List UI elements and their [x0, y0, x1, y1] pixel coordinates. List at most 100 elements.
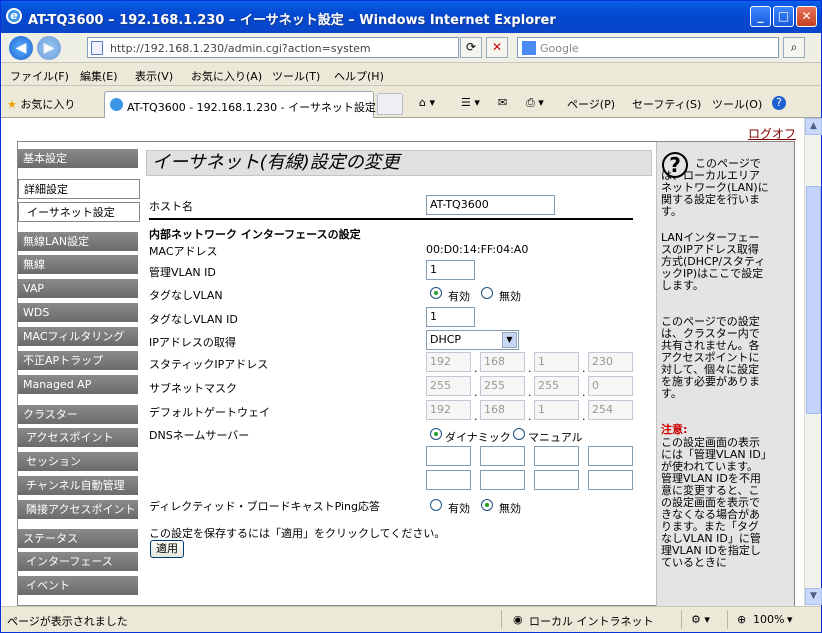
mgmt-vlan-input[interactable]: 1: [426, 260, 475, 280]
menu-help[interactable]: ヘルプ(H): [334, 68, 384, 84]
nav-wireless[interactable]: 無線: [18, 255, 138, 275]
page-icon: [91, 41, 103, 55]
favorites-bar: ★ お気に入り AT-TQ3600 - 192.168.1.230 - イーサネ…: [1, 87, 821, 118]
menu-view[interactable]: 表示(V): [135, 68, 173, 84]
gateway-octet-1[interactable]: 192: [426, 400, 471, 420]
mail-icon[interactable]: ✉: [498, 96, 507, 109]
address-toolbar: ◀ ▶ http://192.168.1.230/admin.cgi?actio…: [1, 33, 821, 63]
browser-window: e AT-TQ3600 – 192.168.1.230 – イーサネット設定 –…: [0, 0, 822, 633]
search-input[interactable]: Google: [517, 37, 779, 58]
static-ip-octet-1[interactable]: 192: [426, 352, 471, 372]
new-tab-button[interactable]: [377, 93, 403, 115]
tools-menu[interactable]: ツール(O): [712, 96, 762, 112]
print-icon[interactable]: ⎙ ▾: [526, 96, 544, 110]
close-button[interactable]: ✕: [796, 6, 817, 27]
gateway-octet-2[interactable]: 168: [480, 400, 525, 420]
nav-status[interactable]: ステータス: [18, 529, 138, 549]
nav-basic[interactable]: 基本設定: [18, 149, 138, 169]
search-icon[interactable]: ⌕: [783, 37, 805, 58]
safety-menu[interactable]: セーフティ(S): [632, 96, 701, 112]
static-ip-octet-2[interactable]: 168: [480, 352, 525, 372]
tab-active[interactable]: AT-TQ3600 - 192.168.1.230 - イーサネット設定: [104, 91, 376, 118]
ie-page-icon: [110, 98, 123, 111]
help-panel: ? このページでは、ローカルエリアネットワーク(LAN)に関する設定を行います。…: [656, 142, 794, 606]
subnet-mask-octet-3[interactable]: 255: [534, 376, 579, 396]
nav-ethernet[interactable]: イーサネット設定: [18, 202, 140, 222]
nav-event[interactable]: イベント: [18, 576, 138, 596]
nav-neighbor[interactable]: 隣接アクセスポイント: [18, 500, 138, 520]
broadcast-disable-radio[interactable]: [481, 499, 493, 511]
help-icon[interactable]: ?: [772, 96, 786, 110]
subnet-mask-octet-1[interactable]: 255: [426, 376, 471, 396]
menu-tools[interactable]: ツール(T): [272, 68, 320, 84]
address-bar[interactable]: http://192.168.1.230/admin.cgi?action=sy…: [87, 37, 459, 58]
untagged-enable-radio[interactable]: [430, 287, 442, 299]
broadcast-enable-radio[interactable]: [430, 499, 442, 511]
dns1-octet-4[interactable]: [588, 446, 633, 466]
dns-dynamic-radio[interactable]: [430, 428, 442, 440]
untagged-vlan-id-label: タグなしVLAN ID: [149, 313, 238, 326]
menu-file[interactable]: ファイル(F): [10, 68, 69, 84]
zoom-icon[interactable]: ⊕: [737, 613, 746, 626]
dns1-octet-3[interactable]: [534, 446, 579, 466]
nav-wds[interactable]: WDS: [18, 303, 138, 323]
protected-mode-icon[interactable]: ⚙ ▾: [691, 613, 710, 626]
nav-cluster-ap[interactable]: アクセスポイント: [18, 428, 138, 448]
apply-button[interactable]: 適用: [150, 540, 184, 558]
nav-cluster[interactable]: クラスター: [18, 405, 138, 425]
nav-channel[interactable]: チャンネル自動管理: [18, 476, 138, 496]
star-icon: ★: [7, 98, 17, 111]
nav-vap[interactable]: VAP: [18, 279, 138, 299]
subnet-mask-octet-4[interactable]: 0: [588, 376, 633, 396]
gateway-octet-3[interactable]: 1: [534, 400, 579, 420]
nav-rogue-ap[interactable]: 不正APトラップ: [18, 351, 138, 371]
logout-link[interactable]: ログオフ: [748, 125, 796, 142]
nav-interface[interactable]: インターフェース: [18, 552, 138, 572]
zoom-chevron-icon[interactable]: ▾: [787, 613, 793, 626]
untagged-vlan-label: タグなしVLAN: [149, 289, 223, 302]
dns1-octet-2[interactable]: [480, 446, 525, 466]
dns2-octet-3[interactable]: [534, 470, 579, 490]
menu-edit[interactable]: 編集(E): [80, 68, 118, 84]
nav-session[interactable]: セッション: [18, 452, 138, 472]
nav-managed-ap[interactable]: Managed AP: [18, 375, 138, 395]
menu-favorites[interactable]: お気に入り(A): [191, 68, 262, 84]
stop-icon[interactable]: ✕: [486, 37, 508, 58]
favorites-button[interactable]: ★ お気に入り: [7, 96, 75, 112]
dns-label: DNSネームサーバー: [149, 429, 250, 442]
untagged-vlan-id-input[interactable]: 1: [426, 307, 475, 327]
ip-mode-select[interactable]: DHCP ▼: [426, 330, 519, 350]
mgmt-vlan-label: 管理VLAN ID: [149, 266, 216, 279]
nav-mac-filter[interactable]: MACフィルタリング: [18, 327, 138, 347]
subnet-mask-octet-2[interactable]: 255: [480, 376, 525, 396]
hostname-input[interactable]: AT-TQ3600: [426, 195, 555, 215]
dns-manual-radio[interactable]: [513, 428, 525, 440]
forward-icon[interactable]: ▶: [37, 36, 61, 60]
dns2-octet-4[interactable]: [588, 470, 633, 490]
scroll-down-icon[interactable]: ▼: [805, 588, 822, 605]
maximize-button[interactable]: □: [773, 6, 794, 27]
nav-advanced[interactable]: 詳細設定: [18, 179, 140, 199]
scroll-up-icon[interactable]: ▲: [805, 118, 822, 135]
vertical-scrollbar[interactable]: ▲ ▼: [804, 118, 822, 606]
gateway-octet-4[interactable]: 254: [588, 400, 633, 420]
feeds-icon[interactable]: ☰ ▾: [461, 96, 480, 109]
static-ip-octet-4[interactable]: 230: [588, 352, 633, 372]
dns1-octet-1[interactable]: [426, 446, 471, 466]
home-icon[interactable]: ⌂ ▾: [419, 96, 435, 109]
dns2-octet-1[interactable]: [426, 470, 471, 490]
back-icon[interactable]: ◀: [9, 36, 33, 60]
refresh-icon[interactable]: ⟳: [460, 37, 482, 58]
zoom-level[interactable]: 100%: [753, 613, 784, 626]
dns2-octet-2[interactable]: [480, 470, 525, 490]
page-menu[interactable]: ページ(P): [567, 96, 615, 112]
title-bar: e AT-TQ3600 – 192.168.1.230 – イーサネット設定 –…: [1, 1, 821, 33]
admin-frame: 基本設定 詳細設定 イーサネット設定 無線LAN設定 無線 VAP WDS MA…: [17, 141, 795, 606]
minimize-button[interactable]: _: [750, 6, 771, 27]
static-ip-octet-3[interactable]: 1: [534, 352, 579, 372]
scroll-thumb[interactable]: [806, 186, 821, 414]
nav-wlan[interactable]: 無線LAN設定: [18, 232, 138, 252]
subnet-mask-label: サブネットマスク: [149, 382, 237, 395]
mac-value: 00:D0:14:FF:04:A0: [426, 243, 529, 256]
untagged-disable-radio[interactable]: [481, 287, 493, 299]
